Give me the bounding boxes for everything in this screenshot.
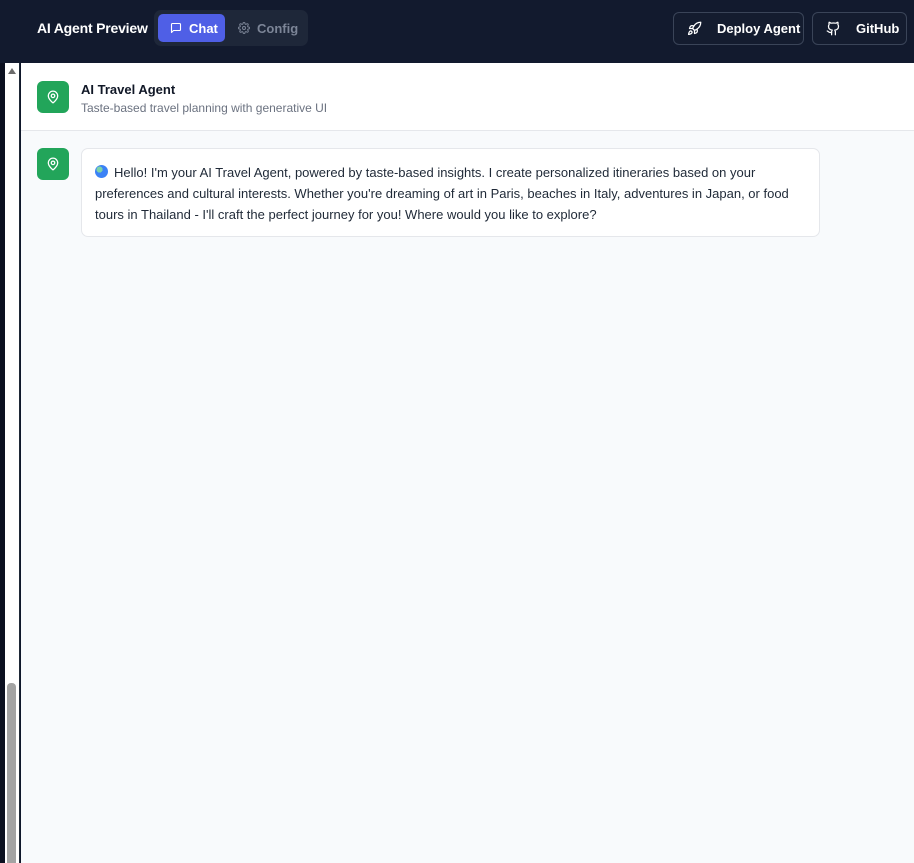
scroll-up-arrow-icon[interactable] (8, 68, 16, 74)
agent-message-text: Hello! I'm your AI Travel Agent, powered… (95, 165, 789, 222)
agent-avatar (37, 81, 69, 113)
view-tab-group: Chat Config (154, 10, 308, 46)
message-avatar (37, 148, 69, 180)
tab-config[interactable]: Config (232, 14, 302, 42)
agent-message-bubble: Hello! I'm your AI Travel Agent, powered… (81, 148, 820, 237)
tab-chat[interactable]: Chat (158, 14, 225, 42)
scrollbar-thumb[interactable] (7, 683, 16, 863)
tab-config-label: Config (257, 20, 299, 36)
rocket-icon (687, 21, 702, 36)
vertical-scrollbar[interactable] (5, 63, 20, 863)
gear-icon (238, 22, 250, 34)
github-icon (826, 21, 840, 36)
app-title: AI Agent Preview (37, 20, 148, 36)
map-pin-icon (47, 90, 59, 104)
globe-icon (95, 165, 108, 178)
agent-header: AI Travel Agent Taste-based travel plann… (21, 63, 914, 131)
map-pin-icon (47, 157, 59, 171)
chat-bubble-icon (170, 22, 182, 34)
deploy-agent-button[interactable]: Deploy Agent (673, 12, 804, 45)
agent-subtitle: Taste-based travel planning with generat… (81, 101, 328, 115)
deploy-agent-label: Deploy Agent (717, 21, 801, 36)
tab-chat-label: Chat (189, 20, 218, 36)
top-navigation-bar: AI Agent Preview Chat Config Deploy Agen… (0, 0, 914, 63)
chat-panel: AI Travel Agent Taste-based travel plann… (21, 63, 914, 863)
agent-name: AI Travel Agent (81, 82, 176, 97)
github-button[interactable]: GitHub (812, 12, 907, 45)
github-label: GitHub (856, 21, 900, 36)
